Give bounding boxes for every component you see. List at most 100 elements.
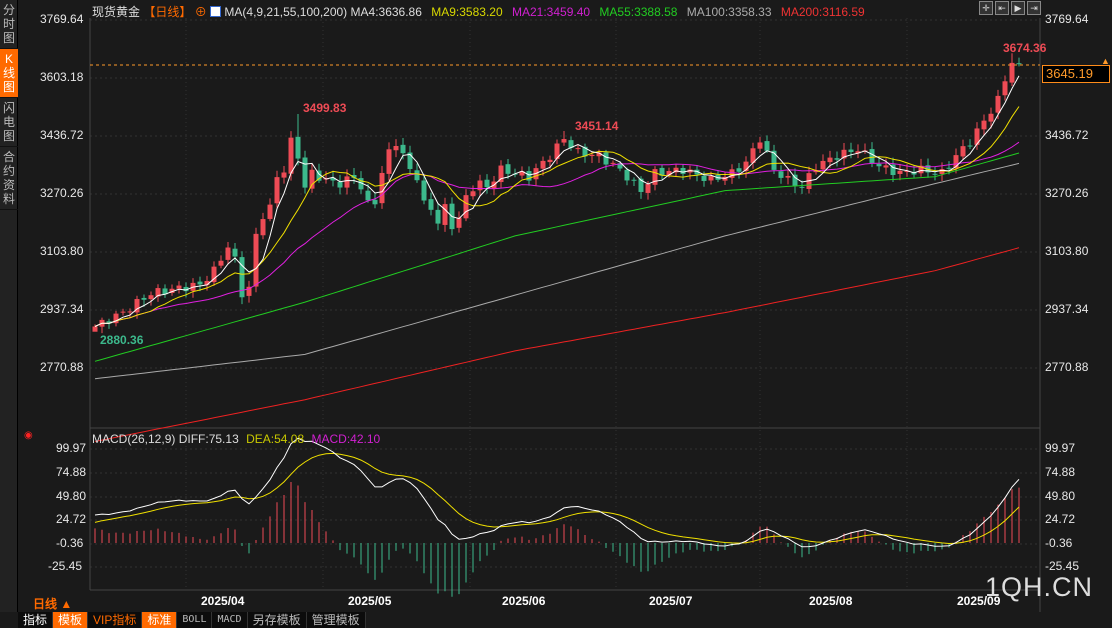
footer-vip-indicators[interactable]: VIP指标 (88, 612, 142, 628)
price-tick: 2937.34 (1045, 302, 1088, 316)
high-annotation-june: 3451.14 (575, 119, 618, 133)
x-label-may: 2025/05 (348, 594, 391, 608)
candle-body (632, 180, 637, 181)
indicator-footer: 指标 模板 VIP指标 标准 BOLL MACD 另存模板 管理模板 (18, 612, 366, 628)
candle-body (506, 164, 511, 174)
chart-header: 现货黄金 【日线】 ⊕ MA(4,9,21,55,100,200) MA4:36… (92, 3, 865, 20)
candle-body (702, 176, 707, 181)
footer-macd[interactable]: MACD (212, 612, 247, 628)
candle-body (821, 161, 826, 169)
ma-chart-icon[interactable] (210, 6, 221, 17)
candle-body (429, 199, 434, 210)
price-tick: 3769.64 (40, 12, 83, 26)
candle-body (380, 173, 385, 203)
candle-body (436, 210, 441, 224)
x-label-apr: 2025/04 (201, 594, 244, 608)
candle-body (296, 137, 301, 159)
candle-body (646, 184, 651, 193)
candle-body (345, 176, 350, 187)
macd-tick: 24.72 (1045, 512, 1075, 526)
symbol-name: 现货黄金 (92, 5, 140, 19)
candle-body (261, 219, 266, 235)
price-tick: 3603.18 (40, 70, 83, 84)
price-tick: 3436.72 (40, 128, 83, 142)
footer-save-template[interactable]: 另存模板 (248, 612, 307, 628)
price-tick: 2770.88 (1045, 360, 1088, 374)
macd-tick: -0.36 (56, 536, 83, 550)
candle-body (870, 149, 875, 163)
ma21-line (95, 142, 1019, 326)
price-tick: 3769.64 (1045, 12, 1088, 26)
macd-tick: 49.80 (1045, 489, 1075, 503)
add-indicator-icon[interactable]: ⊕ (195, 5, 207, 19)
indicator-settings-icon[interactable]: ◉ (24, 430, 33, 441)
candle-body (653, 169, 658, 185)
candle-body (198, 282, 203, 285)
candle-body (1017, 63, 1022, 64)
macd-params[interactable]: MACD(26,12,9) (92, 432, 175, 446)
candle-body (289, 138, 294, 174)
macd-header: MACD(26,12,9) DIFF:75.13 DEA:54.08 MACD:… (92, 432, 380, 446)
candle-body (233, 249, 238, 257)
price-tick: 3103.80 (40, 244, 83, 258)
candle-body (765, 141, 770, 151)
candle-body (366, 191, 371, 201)
candle-body (219, 261, 224, 266)
ma55-line (95, 153, 1019, 361)
candle-body (968, 146, 973, 147)
x-label-jun: 2025/06 (502, 594, 545, 608)
candle-body (681, 168, 686, 174)
price-tick: 2770.88 (40, 360, 83, 374)
macd-tick: 24.72 (56, 512, 86, 526)
high-annotation-september: 3674.36 (1003, 41, 1046, 55)
ma-params[interactable]: MA(4,9,21,55,100,200) (224, 5, 347, 19)
price-marker-icon: ▲ (1101, 56, 1110, 66)
candle-body (849, 150, 854, 152)
last-price-label: 3645.19 (1042, 65, 1110, 83)
footer-templates[interactable]: 模板 (53, 612, 88, 628)
candle-body (933, 174, 938, 175)
zoom-range-icon[interactable]: ⇤ (995, 1, 1009, 15)
ma4-value: MA4:3636.86 (351, 5, 422, 19)
candle-body (989, 114, 994, 122)
candle-body (275, 177, 280, 203)
macd-tick: -25.45 (1045, 559, 1079, 573)
ma100-value: MA100:3358.33 (687, 5, 772, 19)
macd-diff: DIFF:75.13 (179, 432, 239, 446)
candle-body (898, 171, 903, 174)
ma4-line (95, 76, 1019, 327)
candle-body (737, 168, 742, 171)
candle-body (93, 326, 98, 331)
candle-body (548, 160, 553, 162)
low-annotation-march: 2880.36 (100, 333, 143, 347)
candle-body (1003, 81, 1008, 95)
period-label[interactable]: 【日线】 (143, 5, 191, 19)
watermark: 1QH.CN (985, 572, 1093, 603)
crosshair-icon[interactable]: ✛ (979, 1, 993, 15)
macd-tick: 74.88 (56, 465, 86, 479)
high-annotation-april: 3499.83 (303, 101, 346, 115)
macd-tick: 99.97 (56, 441, 86, 455)
footer-boll[interactable]: BOLL (177, 612, 212, 628)
footer-indicators[interactable]: 指标 (18, 612, 53, 628)
play-icon[interactable]: ▶ (1011, 1, 1025, 15)
go-end-icon[interactable]: ⇥ (1027, 1, 1041, 15)
ma9-value: MA9:3583.20 (431, 5, 502, 19)
candle-body (499, 166, 504, 182)
candle-body (562, 139, 567, 143)
footer-manage-templates[interactable]: 管理模板 (307, 612, 366, 628)
period-toggle[interactable]: 日线 ▲ (33, 595, 72, 612)
candle-body (779, 171, 784, 178)
candle-body (625, 170, 630, 181)
candle-body (786, 176, 791, 178)
candle-body (422, 181, 427, 201)
candle-body (709, 176, 714, 180)
macd-tick: -25.45 (48, 559, 82, 573)
candle-body (611, 163, 616, 164)
candle-body (149, 295, 154, 299)
macd-value: MACD:42.10 (311, 432, 380, 446)
kline-chart[interactable] (0, 0, 1112, 628)
candle-body (282, 172, 287, 177)
footer-standard[interactable]: 标准 (142, 612, 177, 628)
price-tick: 3103.80 (1045, 244, 1088, 258)
